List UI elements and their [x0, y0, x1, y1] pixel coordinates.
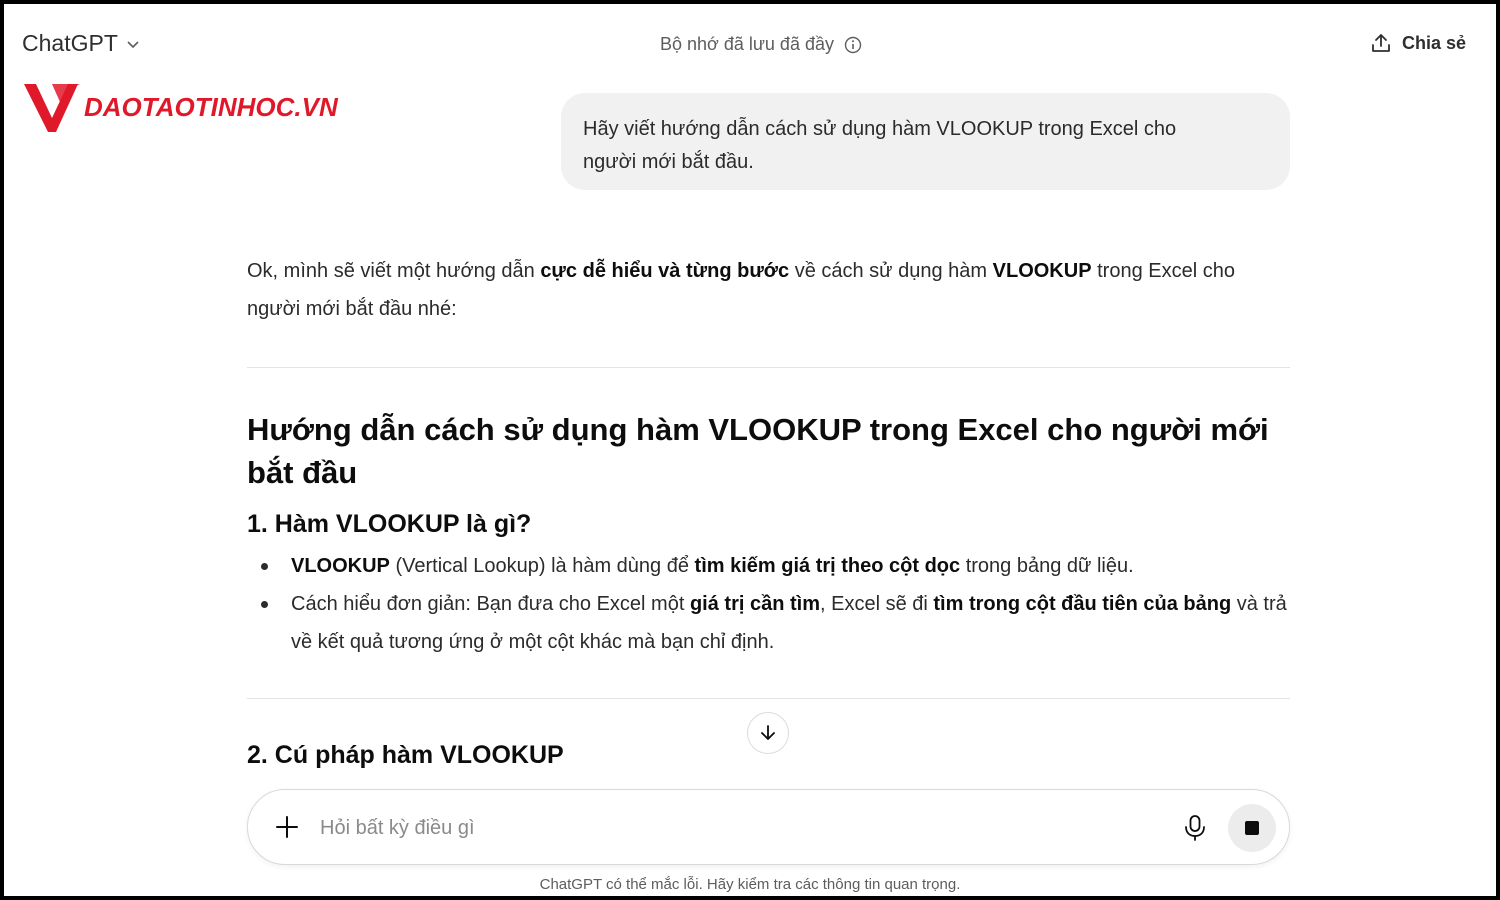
- disclaimer: ChatGPT có thể mắc lỗi. Hãy kiểm tra các…: [539, 876, 961, 893]
- share-label: Chia sẻ: [1401, 32, 1466, 53]
- model-name: ChatGPT: [22, 30, 118, 56]
- chevron-down-icon: [127, 40, 139, 48]
- svg-text:DAOTAOTINHOC.VN: DAOTAOTINHOC.VN: [84, 92, 339, 122]
- user-message: Hãy viết hướng dẫn cách sử dụng hàm VLOO…: [561, 93, 1290, 190]
- plus-icon[interactable]: [274, 814, 300, 840]
- answer-intro: Ok, mình sẽ viết một hướng dẫn cực dễ hi…: [247, 260, 1235, 320]
- microphone-icon[interactable]: [1182, 814, 1208, 842]
- list-item: Cách hiểu đơn giản: Bạn đưa cho Excel mộ…: [247, 585, 1290, 661]
- memory-notice-text: Bộ nhớ đã lưu đã đầy: [660, 34, 834, 54]
- arrow-down-icon: [761, 725, 775, 740]
- user-message-line: người mới bắt đầu.: [583, 151, 754, 173]
- divider: [247, 698, 1290, 699]
- memory-notice[interactable]: Bộ nhớ đã lưu đã đầy: [660, 34, 862, 55]
- list-item: VLOOKUP (Vertical Lookup) là hàm dùng để…: [247, 547, 1290, 585]
- brand-logo: DAOTAOTINHOC.VN: [24, 84, 339, 132]
- share-upload-icon: [1372, 34, 1390, 52]
- top-bar: ChatGPT Bộ nhớ đã lưu đã đầy Chia sẻ: [4, 4, 1496, 76]
- scroll-to-bottom-button[interactable]: [747, 712, 789, 754]
- bullet-list: VLOOKUP (Vertical Lookup) là hàm dùng để…: [247, 547, 1290, 661]
- assistant-message: Ok, mình sẽ viết một hướng dẫn cực dễ hi…: [247, 252, 1290, 770]
- app-window: ChatGPT Bộ nhớ đã lưu đã đầy Chia sẻ DAO…: [4, 4, 1496, 896]
- stop-button[interactable]: [1228, 804, 1276, 852]
- user-message-line: Hãy viết hướng dẫn cách sử dụng hàm VLOO…: [583, 118, 1177, 140]
- divider: [247, 367, 1290, 368]
- model-selector[interactable]: ChatGPT: [22, 30, 140, 57]
- prompt-input[interactable]: [318, 808, 1102, 848]
- composer: [247, 789, 1290, 865]
- info-icon[interactable]: [844, 36, 862, 54]
- share-button[interactable]: Chia sẻ: [1370, 32, 1466, 54]
- answer-title: Hướng dẫn cách sử dụng hàm VLOOKUP trong…: [247, 412, 1269, 490]
- stop-icon: [1245, 821, 1259, 835]
- section-heading: 1. Hàm VLOOKUP là gì?: [247, 510, 532, 538]
